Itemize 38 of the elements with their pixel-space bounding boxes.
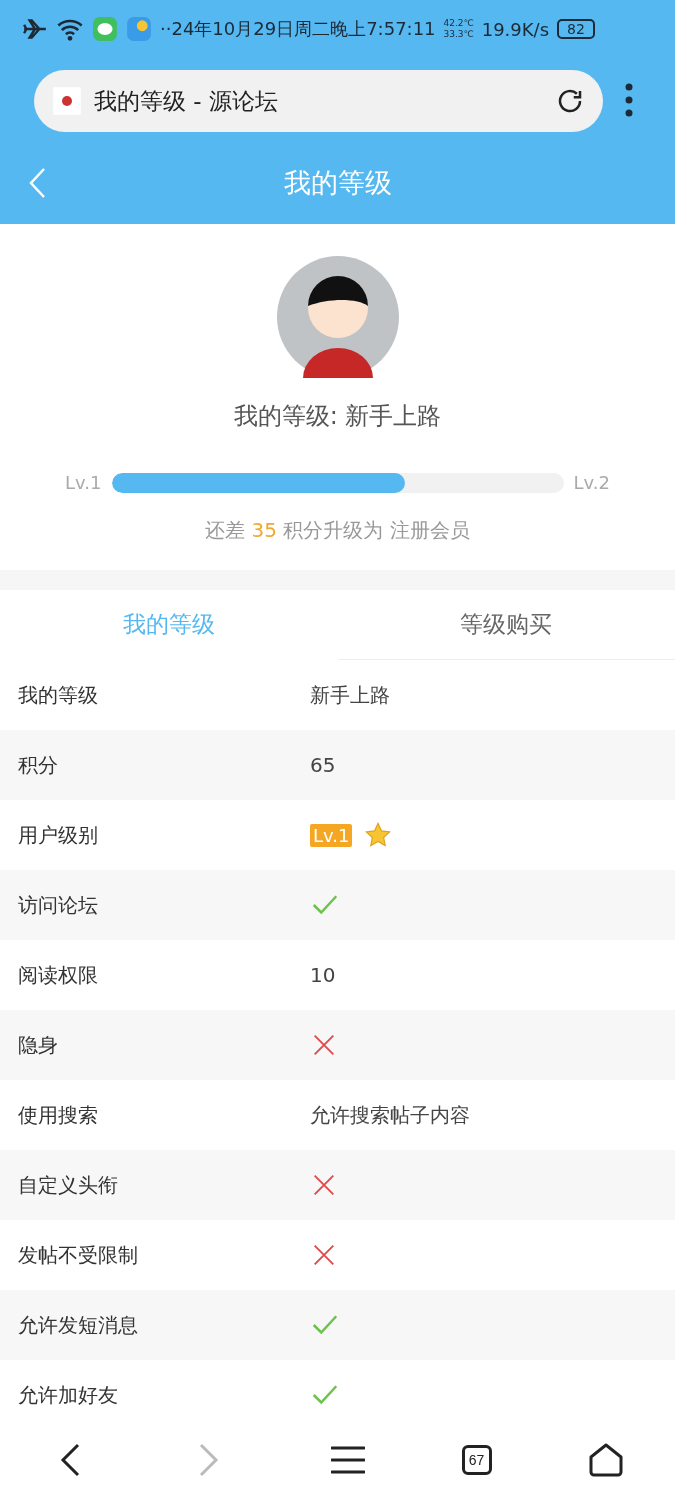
- weather-app-icon: [126, 16, 152, 42]
- row-label: 使用搜索: [17, 1101, 99, 1129]
- header-title: 我的等级: [283, 166, 392, 200]
- row-label: 自定义头衔: [17, 1171, 119, 1199]
- upgrade-hint: 还差 35 积分升级为 注册会员: [205, 517, 470, 544]
- temperature-text: 33.3℃: [443, 29, 474, 40]
- airplane-icon: [22, 16, 48, 42]
- level-label: Lv.1: [65, 472, 102, 493]
- address-bar[interactable]: 我的等级 - 源论坛: [34, 70, 603, 132]
- battery-icon: 82: [557, 19, 595, 39]
- row-label: 阅读权限: [17, 961, 99, 989]
- row-label: 允许发短消息: [17, 1311, 139, 1339]
- row-label: 发帖不受限制: [17, 1241, 139, 1269]
- level-title: 我的等级: 新手上路: [233, 401, 442, 432]
- row-value: 65: [310, 753, 336, 777]
- star-icon: [364, 821, 393, 849]
- row-label: 用户级别: [17, 821, 99, 849]
- site-logo-icon: [52, 86, 82, 116]
- temperature-text: 42.2℃: [443, 18, 474, 29]
- row-label: 积分: [17, 751, 59, 779]
- status-time: ··24年10月29日周二晚上7:57:11: [160, 17, 436, 41]
- row-label: 访问论坛: [17, 891, 99, 919]
- row-label: 允许加好友: [17, 1381, 119, 1409]
- more-icon[interactable]: [623, 82, 635, 118]
- row-value: 10: [310, 963, 336, 987]
- page-title: 我的等级 - 源论坛: [94, 86, 279, 116]
- level-label: Lv.2: [573, 472, 610, 493]
- row-label: 隐身: [17, 1031, 59, 1059]
- row-label: 我的等级: [17, 681, 99, 709]
- avatar-icon: [276, 256, 399, 378]
- row-value: 新手上路: [310, 681, 390, 709]
- network-speed: 19.9K/s: [481, 18, 550, 40]
- tabs-button[interactable]: 67: [461, 1445, 492, 1475]
- chat-app-icon: [92, 16, 118, 42]
- menu-icon[interactable]: [330, 1446, 365, 1474]
- home-icon[interactable]: [587, 1442, 624, 1478]
- level-badge: Lv.1: [310, 823, 353, 847]
- row-value: 允许搜索帖子内容: [310, 1101, 470, 1129]
